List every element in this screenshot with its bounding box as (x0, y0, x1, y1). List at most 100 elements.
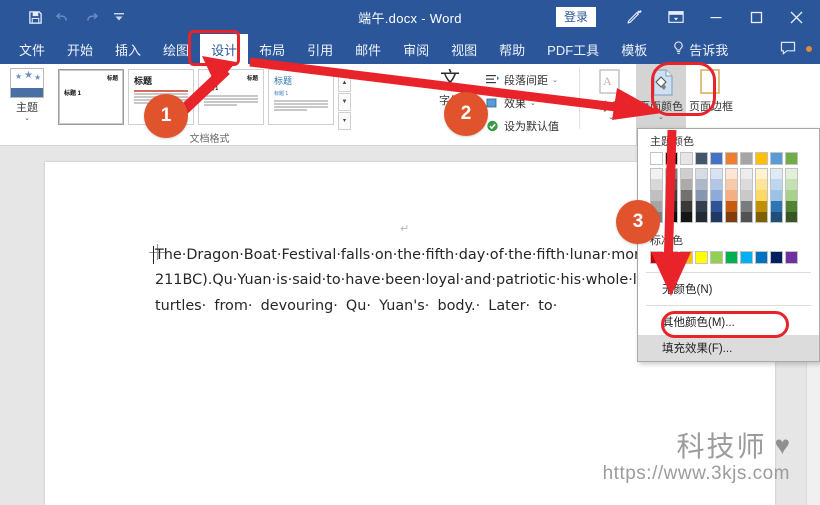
color-swatch[interactable] (755, 212, 768, 223)
color-swatch[interactable] (710, 212, 723, 223)
color-swatch[interactable] (785, 212, 798, 223)
color-swatch[interactable] (695, 179, 708, 190)
color-swatch[interactable] (710, 168, 723, 179)
color-swatch[interactable] (755, 152, 768, 165)
tab-file[interactable]: 文件 (8, 34, 56, 64)
color-swatch[interactable] (770, 168, 783, 179)
style-thumbnail[interactable]: 标题 标题 1 (198, 69, 264, 125)
color-swatch[interactable] (725, 179, 738, 190)
chevron-down-icon[interactable]: ⌄ (24, 115, 30, 122)
color-swatch[interactable] (785, 201, 798, 212)
color-swatch[interactable] (755, 190, 768, 201)
color-swatch[interactable] (725, 168, 738, 179)
color-swatch[interactable] (680, 152, 693, 165)
color-swatch[interactable] (695, 212, 708, 223)
color-swatch[interactable] (695, 251, 708, 264)
color-swatch[interactable] (680, 168, 693, 179)
color-swatch[interactable] (680, 251, 693, 264)
tab-templates[interactable]: 模板 (610, 34, 658, 64)
style-thumbnail[interactable]: 标题 标题 1 (58, 69, 124, 125)
color-swatch[interactable] (650, 190, 663, 201)
color-swatch[interactable] (725, 201, 738, 212)
color-swatch[interactable] (785, 179, 798, 190)
ribbon-options-icon[interactable] (656, 1, 696, 33)
color-swatch[interactable] (755, 179, 768, 190)
color-swatch[interactable] (695, 190, 708, 201)
close-icon[interactable] (776, 1, 816, 33)
color-swatch[interactable] (755, 168, 768, 179)
color-swatch[interactable] (650, 168, 663, 179)
color-swatch[interactable] (710, 201, 723, 212)
color-swatch[interactable] (785, 190, 798, 201)
color-swatch[interactable] (695, 168, 708, 179)
tab-references[interactable]: 引用 (296, 34, 344, 64)
color-swatch[interactable] (680, 212, 693, 223)
color-swatch[interactable] (770, 190, 783, 201)
color-swatch[interactable] (665, 152, 678, 165)
color-swatch[interactable] (665, 212, 678, 223)
set-as-default-button[interactable]: 设为默认值 (485, 118, 559, 134)
color-swatch[interactable] (770, 179, 783, 190)
color-swatch[interactable] (680, 179, 693, 190)
color-swatch[interactable] (665, 190, 678, 201)
color-swatch[interactable] (740, 168, 753, 179)
color-swatch[interactable] (695, 201, 708, 212)
undo-icon[interactable] (50, 5, 76, 29)
color-swatch[interactable] (695, 152, 708, 165)
color-swatch[interactable] (740, 251, 753, 264)
minimize-icon[interactable] (696, 1, 736, 33)
tab-home[interactable]: 开始 (56, 34, 104, 64)
color-swatch[interactable] (770, 201, 783, 212)
gallery-scroll-down[interactable]: ▼ (338, 93, 351, 111)
chevron-down-icon[interactable] (106, 5, 132, 29)
menu-item-no-color[interactable]: 无颜色(N) (638, 276, 819, 302)
color-swatch[interactable] (740, 179, 753, 190)
color-swatch[interactable] (665, 179, 678, 190)
color-swatch[interactable] (740, 212, 753, 223)
paragraph-spacing-button[interactable]: 段落间距 ⌄ (485, 72, 559, 88)
tab-help[interactable]: 帮助 (488, 34, 536, 64)
tab-view[interactable]: 视图 (440, 34, 488, 64)
tab-layout[interactable]: 布局 (248, 34, 296, 64)
color-swatch[interactable] (710, 152, 723, 165)
color-swatch[interactable] (785, 168, 798, 179)
color-swatch[interactable] (725, 251, 738, 264)
color-swatch[interactable] (680, 201, 693, 212)
color-swatch[interactable] (740, 152, 753, 165)
color-swatch[interactable] (665, 251, 678, 264)
color-swatch[interactable] (710, 179, 723, 190)
redo-icon[interactable] (78, 5, 104, 29)
gallery-more[interactable]: ▾ (338, 112, 351, 130)
color-swatch[interactable] (680, 190, 693, 201)
comments-icon[interactable] (780, 41, 796, 58)
color-swatch[interactable] (770, 152, 783, 165)
color-swatch[interactable] (725, 212, 738, 223)
tab-pdf-tools[interactable]: PDF工具 (536, 34, 610, 64)
tell-me-search[interactable]: 告诉我 (662, 34, 739, 64)
color-swatch[interactable] (725, 190, 738, 201)
color-swatch[interactable] (740, 201, 753, 212)
document-body-text[interactable]: The·Dragon·Boat·Festival·falls·on·the·fi… (155, 243, 820, 319)
color-swatch[interactable] (785, 152, 798, 165)
color-swatch[interactable] (710, 190, 723, 201)
color-swatch[interactable] (755, 201, 768, 212)
color-swatch[interactable] (650, 251, 663, 264)
color-swatch[interactable] (770, 212, 783, 223)
color-swatch[interactable] (770, 251, 783, 264)
sign-in-button[interactable]: 登录 (555, 7, 596, 27)
color-swatch[interactable] (725, 152, 738, 165)
color-swatch[interactable] (665, 168, 678, 179)
color-swatch[interactable] (650, 152, 663, 165)
maximize-icon[interactable] (736, 1, 776, 33)
color-swatch[interactable] (650, 179, 663, 190)
style-thumbnail[interactable]: 标题 标题 1 (268, 69, 334, 125)
chevron-down-icon[interactable]: ⌄ (608, 114, 614, 121)
tab-mailings[interactable]: 邮件 (344, 34, 392, 64)
chevron-down-icon[interactable]: ⌄ (530, 99, 536, 107)
chevron-down-icon[interactable]: ⌄ (552, 76, 558, 84)
color-swatch[interactable] (785, 251, 798, 264)
effects-button[interactable]: 效果 ⌄ (485, 95, 559, 111)
menu-item-fill-effects[interactable]: 填充效果(F)... (638, 335, 819, 361)
color-swatch[interactable] (755, 251, 768, 264)
watermark-button[interactable]: A 水印 ⌄ (586, 64, 636, 146)
